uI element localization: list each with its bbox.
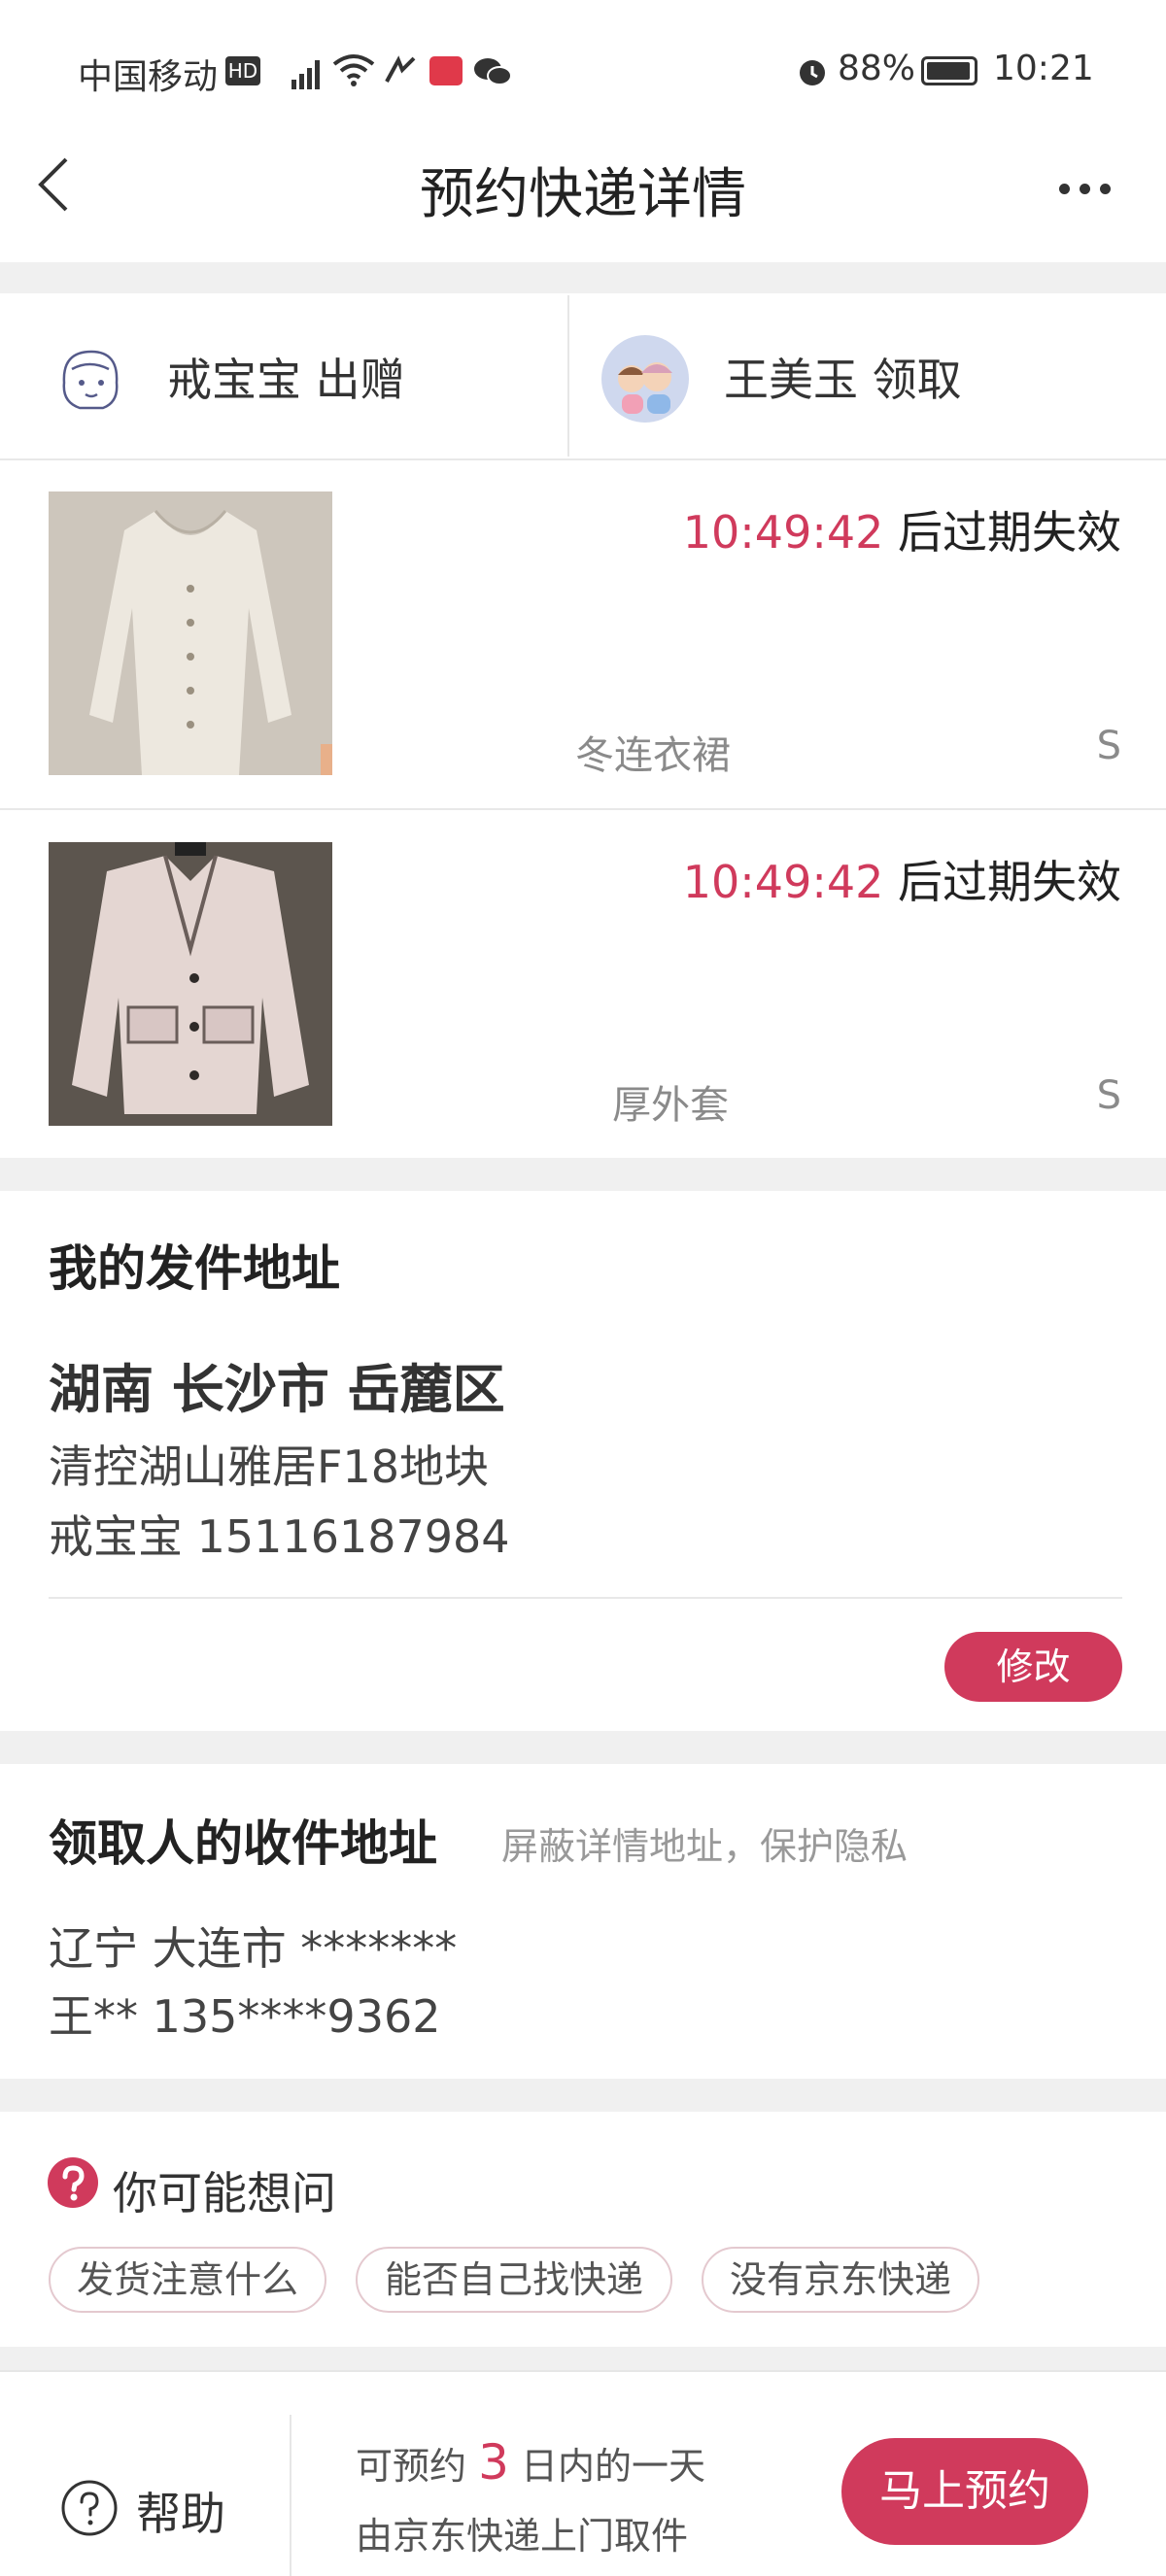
bottom-bar-border [0, 2370, 1166, 2372]
item-size: S [1096, 1073, 1121, 1118]
countdown-time: 10:49:42 [682, 856, 884, 908]
clock: 10:21 [993, 49, 1094, 88]
bottom-bar-divider [290, 2415, 292, 2576]
faq-chip[interactable]: 发货注意什么 [49, 2247, 326, 2313]
carrier-name: 中国移动 [78, 57, 219, 97]
more-options-icon[interactable] [1059, 180, 1120, 198]
receiver-name: 王美玉 [724, 354, 858, 406]
receiver-label: 王美玉 领取 [724, 345, 962, 409]
hd-icon: HD [225, 56, 260, 85]
faq-chip[interactable]: 能否自己找快递 [356, 2247, 672, 2313]
receiver-section-title: 领取人的收件地址 [49, 1815, 437, 1872]
sender-region: 湖南 长沙市 岳麓区 [49, 1359, 505, 1420]
sender-street: 清控湖山雅居F18地块 [49, 1441, 489, 1493]
item-countdown: 10:49:42 后过期失效 [683, 847, 1121, 911]
expire-text: 后过期失效 [898, 506, 1121, 559]
item-name: 冬连衣裙 [575, 733, 731, 778]
receiver-contact: 王** 135****9362 [49, 1990, 441, 2043]
party-divider [567, 295, 569, 457]
receiver-region: 辽宁 大连市 ******* [49, 1922, 458, 1975]
booking-suffix: 日内的一天 [521, 2445, 706, 2488]
help-label[interactable]: 帮助 [136, 2479, 225, 2543]
faq-title: 你可能想问 [113, 2167, 336, 2220]
sender-contact: 戒宝宝 15116187984 [49, 1510, 510, 1563]
sender-section-title: 我的发件地址 [49, 1240, 340, 1297]
book-now-button[interactable]: 马上预约 [841, 2438, 1088, 2545]
item-countdown: 10:49:42 后过期失效 [683, 497, 1121, 561]
wifi-icon [332, 54, 375, 86]
receiver-action: 领取 [872, 354, 962, 406]
help-icon[interactable] [60, 2479, 119, 2537]
booking-days: 3 [478, 2434, 509, 2491]
battery-icon [921, 56, 977, 85]
booking-prefix: 可预约 [356, 2445, 467, 2488]
receiver-avatar[interactable] [600, 334, 690, 424]
sender-divider [49, 1597, 1122, 1599]
cellular-signal-icon [292, 60, 320, 89]
privacy-hint: 屏蔽详情地址，保护隐私 [501, 1825, 909, 1868]
wechat-icon [474, 58, 512, 85]
book-app-icon [429, 56, 463, 85]
battery-percent: 88% [838, 49, 916, 88]
booking-window-text: 可预约 3 日内的一天 [356, 2434, 705, 2491]
giver-action: 出赠 [315, 354, 405, 406]
page-title: 预约快递详情 [420, 163, 746, 226]
giver-label: 戒宝宝 出赠 [167, 345, 405, 409]
item-photo-coat[interactable] [49, 842, 332, 1126]
item-photo-dress[interactable] [49, 491, 332, 775]
question-icon [48, 2157, 98, 2208]
nfc-icon [385, 55, 416, 83]
giver-avatar[interactable] [51, 340, 130, 420]
countdown-time: 10:49:42 [682, 506, 884, 559]
giver-name: 戒宝宝 [167, 354, 301, 406]
booking-pickup-text: 由京东快递上门取件 [356, 2515, 689, 2558]
item-size: S [1096, 724, 1121, 768]
expire-text: 后过期失效 [898, 856, 1121, 908]
alarm-icon [800, 60, 825, 85]
item-name: 厚外套 [612, 1083, 729, 1128]
faq-chip[interactable]: 没有京东快递 [702, 2247, 979, 2313]
edit-address-button[interactable]: 修改 [944, 1632, 1122, 1702]
